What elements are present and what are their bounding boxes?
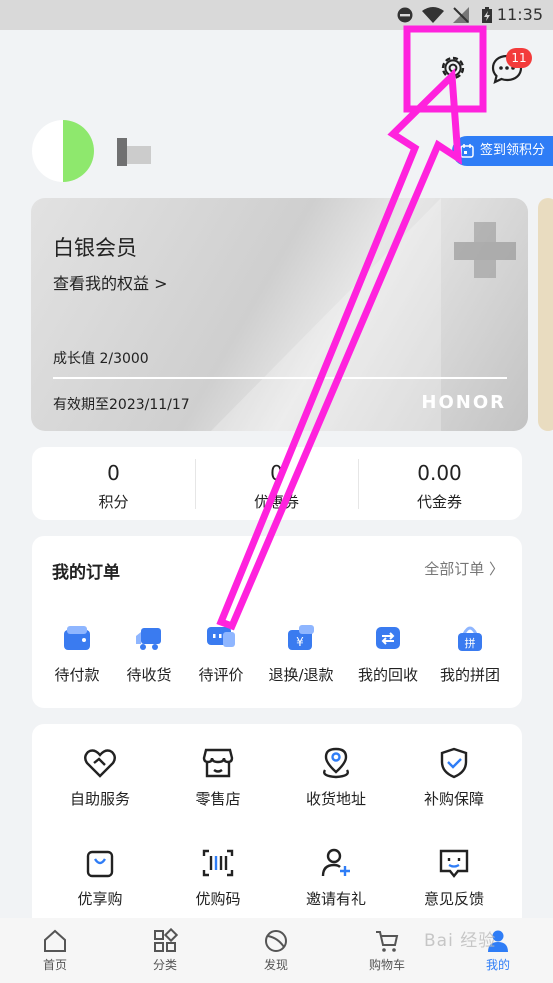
points-item[interactable]: 0 积分 — [32, 447, 195, 520]
store-icon — [202, 748, 234, 778]
coupon-item[interactable]: 0 优惠券 — [195, 447, 358, 520]
order-pending-review[interactable]: 待评价 — [180, 622, 262, 685]
invite-user-icon — [321, 848, 350, 877]
battery-charging-icon — [482, 7, 492, 23]
points-label: 积分 — [98, 493, 129, 511]
recycle-icon — [376, 627, 400, 649]
member-level: 白银会员 — [53, 236, 137, 260]
baidu-watermark: Bai 经验 — [424, 931, 497, 951]
service-self-help[interactable]: 自助服务 — [41, 746, 159, 809]
barcode-icon — [202, 849, 234, 877]
order-recycle[interactable]: 我的回收 — [347, 622, 429, 685]
calendar-icon — [460, 144, 474, 158]
nav-discover[interactable]: 发现 — [231, 928, 321, 973]
voucher-label: 代金券 — [416, 493, 462, 511]
growth-value: 成长值 2/3000 — [53, 351, 149, 367]
member-card[interactable]: 白银会员 查看我的权益 > 成长值 2/3000 有效期至2023/11/17 … — [31, 198, 528, 431]
avatar[interactable] — [32, 120, 94, 182]
do-not-disturb-icon — [397, 7, 413, 23]
next-card-peek[interactable] — [538, 198, 553, 431]
order-pending-receipt[interactable]: 待收货 — [108, 622, 190, 685]
service-invite-gift[interactable]: 邀请有礼 — [277, 846, 395, 909]
settings-gear-icon[interactable] — [437, 52, 469, 84]
honor-logo: HONOR — [421, 392, 506, 413]
pixelated-qr — [454, 222, 516, 278]
username-pixelated — [117, 134, 151, 170]
expiry-date: 有效期至2023/11/17 — [53, 397, 190, 413]
coupon-label: 优惠券 — [253, 493, 299, 511]
points-value: 0 — [107, 461, 120, 485]
services-card: 自助服务 零售店 收货地址 补购保障 优享购 优购码 邀请有礼 意见反馈 — [32, 724, 522, 924]
svg-text:¥: ¥ — [296, 635, 304, 649]
order-refund[interactable]: ¥ 退换/退款 — [260, 622, 342, 685]
checkin-label: 签到领积分 — [480, 143, 546, 158]
handshake-heart-icon — [84, 749, 116, 778]
checkin-button[interactable]: 签到领积分 — [452, 136, 553, 166]
wifi-icon — [422, 7, 444, 23]
order-pending-payment[interactable]: 待付款 — [36, 622, 118, 685]
home-icon — [44, 929, 66, 952]
status-bar: 11:35 — [0, 0, 553, 30]
order-group-buy[interactable]: 拼 我的拼团 — [429, 622, 511, 685]
service-retail-store[interactable]: 零售店 — [159, 746, 277, 809]
location-pin-icon — [322, 747, 350, 779]
service-shipping-address[interactable]: 收货地址 — [277, 746, 395, 809]
comment-icon — [207, 627, 235, 647]
all-orders-link[interactable]: 全部订单 〉 — [424, 558, 504, 579]
refund-icon: ¥ — [288, 625, 314, 650]
voucher-value: 0.00 — [417, 461, 462, 485]
service-purchase-code[interactable]: 优购码 — [159, 846, 277, 909]
nav-home[interactable]: 首页 — [10, 928, 100, 973]
shield-check-icon — [440, 747, 468, 779]
growth-progress-line — [53, 377, 507, 379]
view-rights-link[interactable]: 查看我的权益 > — [53, 270, 168, 294]
shopping-bag-icon — [86, 850, 114, 878]
coupon-value: 0 — [270, 461, 283, 485]
truck-icon — [136, 628, 161, 650]
service-premium-shopping[interactable]: 优享购 — [41, 846, 159, 909]
nav-cart[interactable]: 购物车 — [342, 928, 432, 973]
service-feedback[interactable]: 意见反馈 — [395, 846, 513, 909]
discover-icon — [265, 930, 287, 952]
points-bar: 0 积分 0 优惠券 0.00 代金券 — [32, 447, 522, 520]
message-count-badge: 11 — [506, 48, 532, 68]
nav-category[interactable]: 分类 — [120, 928, 210, 973]
orders-title: 我的订单 — [52, 563, 120, 583]
no-signal-icon — [453, 7, 469, 23]
svg-text:拼: 拼 — [465, 636, 476, 650]
cart-icon — [376, 931, 399, 952]
feedback-icon — [439, 849, 469, 878]
wallet-icon — [64, 626, 90, 650]
voucher-item[interactable]: 0.00 代金券 — [358, 447, 521, 520]
category-icon — [154, 928, 178, 952]
status-time: 11:35 — [496, 5, 543, 24]
orders-card: 我的订单 全部订单 〉 待付款 待收货 待评价 ¥ 退换/退款 我的回收 拼 我… — [32, 536, 522, 708]
group-buy-icon: 拼 — [458, 626, 482, 651]
service-purchase-guarantee[interactable]: 补购保障 — [395, 746, 513, 809]
